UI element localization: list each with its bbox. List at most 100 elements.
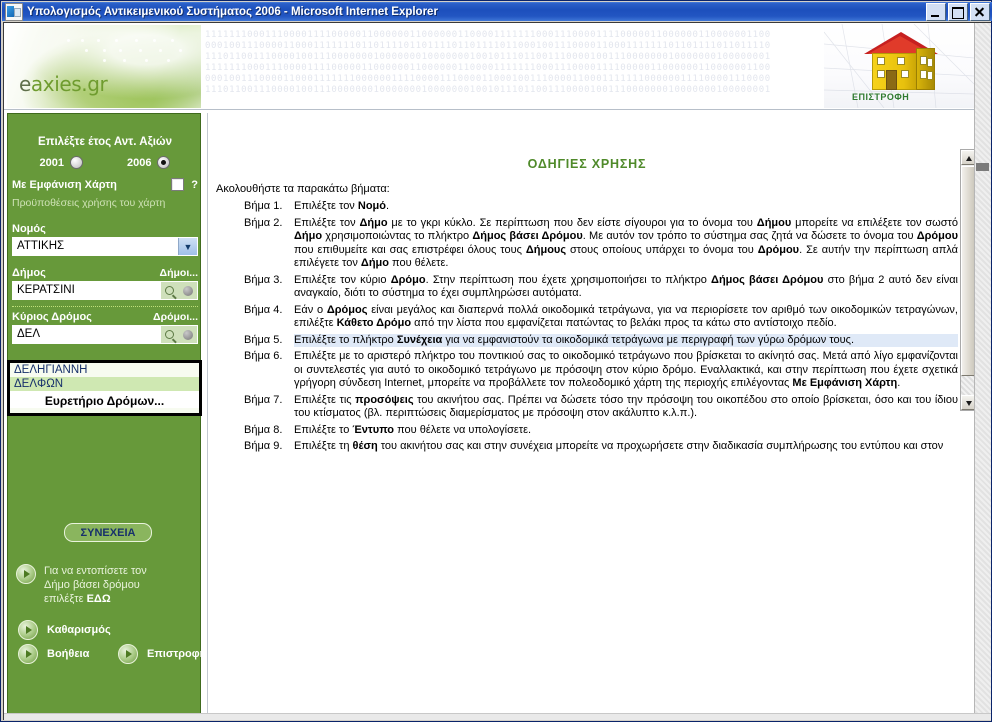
guide-step: Βήμα 6. Επιλέξτε με το αριστερό πλήκτρο τ… — [216, 350, 958, 391]
hint-line-3-prefix: επιλέξτε — [44, 593, 87, 605]
street-picker-button[interactable] — [182, 329, 193, 340]
municipality-tools — [161, 282, 197, 299]
play-arrow-icon[interactable] — [18, 620, 38, 640]
year-section-title: Επιλέξτε έτος Αντ. Αξιών — [37, 136, 173, 148]
title-bar: Υπολογισμός Αντικειμενικού Συστήματος 20… — [2, 2, 992, 21]
guide-intro: Ακολουθήστε τα παρακάτω βήματα: — [216, 183, 390, 195]
sidebar-action-clear[interactable]: Καθαρισμός — [18, 620, 111, 640]
page-body: eaxies.gr 111111100011100001111000001100… — [4, 23, 976, 720]
guide-step: Βήμα 9. Επιλέξτε τη θέση του ακινήτου σας… — [216, 440, 958, 454]
municipality-value[interactable]: ΚΕΡΑΤΣΙΝΙ — [13, 282, 161, 299]
maximize-button[interactable] — [948, 3, 968, 21]
hint-line-1: Για να εντοπίσετε τον — [44, 565, 147, 577]
sidebar-action-back[interactable]: Επιστροφή — [118, 644, 206, 664]
continue-button[interactable]: ΣΥΝΕΧΕΙΑ — [64, 523, 152, 542]
house-panel[interactable]: ΕΠΙΣΤΡΟΦΗ — [824, 24, 974, 108]
play-arrow-icon[interactable] — [118, 644, 138, 664]
municipality-list-link[interactable]: Δήμοι... — [160, 267, 198, 279]
step-text: Επιλέξτε το Έντυπο που θέλετε να υπολογί… — [294, 423, 532, 436]
sidebar-action-help[interactable]: Βοήθεια — [18, 644, 89, 664]
play-arrow-icon[interactable] — [16, 564, 36, 584]
year-option-2006[interactable]: 2006 — [127, 156, 171, 169]
guide-step: Βήμα 7. Επιλέξτε τις προσόψεις του ακινήτ… — [216, 394, 958, 421]
header-back-label[interactable]: ΕΠΙΣΤΡΟΦΗ — [852, 92, 909, 102]
map-display-checkbox[interactable] — [171, 178, 185, 191]
municipality-label-row: Δήμος Δήμοι... — [12, 267, 198, 279]
guide-step: Βήμα 5. Επιλέξτε το πλήκτρο Συνέχεια για … — [216, 333, 958, 347]
map-display-row: Με Εμφάνιση Χάρτη ? — [12, 178, 198, 191]
divider — [12, 306, 198, 308]
radio-2001[interactable] — [70, 156, 83, 169]
search-icon[interactable] — [165, 286, 175, 295]
hint-here-link[interactable]: ΕΔΩ — [87, 593, 111, 605]
steps-list: Βήμα 1. Επιλέξτε τον Νομό. Βήμα 2. Επιλέξτε… — [216, 200, 958, 454]
street-autocomplete-dropdown[interactable]: ΔΕΛΗΓΙΑΝΝΗ ΔΕΛΦΩΝ Ευρετήριο Δρόμων... — [7, 360, 202, 416]
chevron-down-icon[interactable]: ▼ — [178, 238, 197, 255]
guide-step: Βήμα 2. Επιλέξτε τον Δήμο με το γκρι κύκλ… — [216, 217, 958, 271]
prefecture-select[interactable]: ΑΤΤΙΚΗΣ ▼ — [12, 237, 198, 256]
prefecture-label-row: Νομός — [12, 223, 198, 235]
street-list-link[interactable]: Δρόμοι... — [153, 311, 198, 323]
guide-step: Βήμα 1. Επιλέξτε τον Νομό. — [216, 200, 958, 214]
window-controls — [926, 3, 990, 21]
street-label: Κύριος Δρόμος — [12, 311, 92, 323]
house-icon — [864, 32, 938, 90]
binary-decoration: 1111111000111000011110000011000000110000… — [205, 24, 825, 108]
step-text: Επιλέξτε τη θέση του ακινήτου σας και στ… — [294, 440, 944, 452]
guide-step: Βήμα 3. Επιλέξτε τον κύριο Δρόμο. Στην πε… — [216, 274, 958, 301]
municipality-picker-button[interactable] — [182, 285, 193, 296]
street-index-link[interactable]: Ευρετήριο Δρόμων... — [10, 391, 199, 408]
page-title: ΟΔΗΓΙΕΣ ΧΡΗΣΗΣ — [527, 157, 647, 171]
prefecture-label: Νομός — [12, 223, 46, 235]
back-label: Επιστροφή — [147, 648, 207, 660]
step-number: Βήμα 8. — [244, 423, 283, 436]
municipality-label: Δήμος — [12, 267, 46, 279]
logo-text-pre: e — [19, 72, 31, 96]
hint-text: Για να εντοπίσετε τον Δήμο βάσει δρόμου … — [44, 564, 147, 606]
binary-line: 1111111000111000011110000011000000110000… — [205, 63, 771, 73]
binary-line: 1110110011100001001110000000100000001000… — [205, 52, 771, 62]
street-search[interactable]: ΔΕΛ — [12, 325, 198, 344]
step-number: Βήμα 1. — [244, 200, 283, 212]
site-logo[interactable]: eaxies.gr — [19, 72, 108, 96]
map-terms-link[interactable]: Προϋποθέσεις χρήσης του χάρτη — [12, 197, 198, 209]
year-label-2001: 2001 — [39, 156, 64, 169]
step-number: Βήμα 7. — [244, 393, 283, 406]
window-bottom-edge — [4, 713, 991, 720]
step-number: Βήμα 3. — [244, 273, 283, 286]
search-icon[interactable] — [165, 330, 175, 339]
browser-scrollbar-track[interactable] — [975, 23, 991, 720]
municipality-by-street-hint[interactable]: Για να εντοπίσετε τον Δήμο βάσει δρόμου … — [16, 564, 194, 606]
street-input-value[interactable]: ΔΕΛ — [13, 326, 161, 343]
step-number: Βήμα 9. — [244, 440, 283, 452]
step-text: Επιλέξτε το πλήκτρο Συνέχεια για να εμφα… — [294, 333, 958, 347]
binary-line: 0001001110000110001111111011011110110111… — [205, 41, 771, 51]
hint-line-2: Δήμο βάσει δρόμου — [44, 579, 140, 591]
browser-scrollbar[interactable] — [974, 23, 991, 720]
binary-line: 1111111000111000011110000011000000110000… — [205, 30, 771, 40]
prefecture-value: ΑΤΤΙΚΗΣ — [13, 238, 178, 255]
map-help-icon[interactable]: ? — [191, 179, 198, 191]
play-arrow-icon[interactable] — [18, 644, 38, 664]
logo-panel: eaxies.gr — [7, 25, 201, 108]
step-text: Επιλέξτε τις προσόψεις του ακινήτου σας.… — [294, 393, 958, 420]
site-header: eaxies.gr 111111100011100001111000001100… — [4, 23, 976, 110]
browser-scrollbar-thumb[interactable] — [976, 163, 989, 171]
usage-guide: ΟΔΗΓΙΕΣ ΧΡΗΣΗΣ Ακολουθήστε τα παρακάτω β… — [216, 157, 958, 457]
radio-2006[interactable] — [157, 156, 171, 169]
step-number: Βήμα 5. — [244, 333, 283, 346]
autocomplete-option-1[interactable]: ΔΕΛΗΓΙΑΝΝΗ — [10, 363, 199, 377]
step-number: Βήμα 6. — [244, 350, 283, 362]
binary-line: 0001001110000110001111111000000111100001… — [205, 74, 771, 84]
year-option-2001[interactable]: 2001 — [40, 156, 83, 169]
help-label: Βοήθεια — [47, 648, 90, 660]
ie-document-icon — [5, 2, 23, 21]
autocomplete-option-2[interactable]: ΔΕΛΦΩΝ — [10, 377, 199, 391]
browser-window: Υπολογισμός Αντικειμενικού Συστήματος 20… — [0, 0, 992, 722]
year-label-2006: 2006 — [127, 156, 152, 169]
municipality-search[interactable]: ΚΕΡΑΤΣΙΝΙ — [12, 281, 198, 300]
guide-step: Βήμα 4. Εάν ο Δρόμος είναι μεγάλος και δι… — [216, 304, 958, 331]
close-button[interactable] — [970, 3, 990, 21]
step-text: Επιλέξτε τον κύριο Δρόμο. Στην περίπτωση… — [294, 273, 958, 300]
minimize-button[interactable] — [926, 3, 946, 21]
